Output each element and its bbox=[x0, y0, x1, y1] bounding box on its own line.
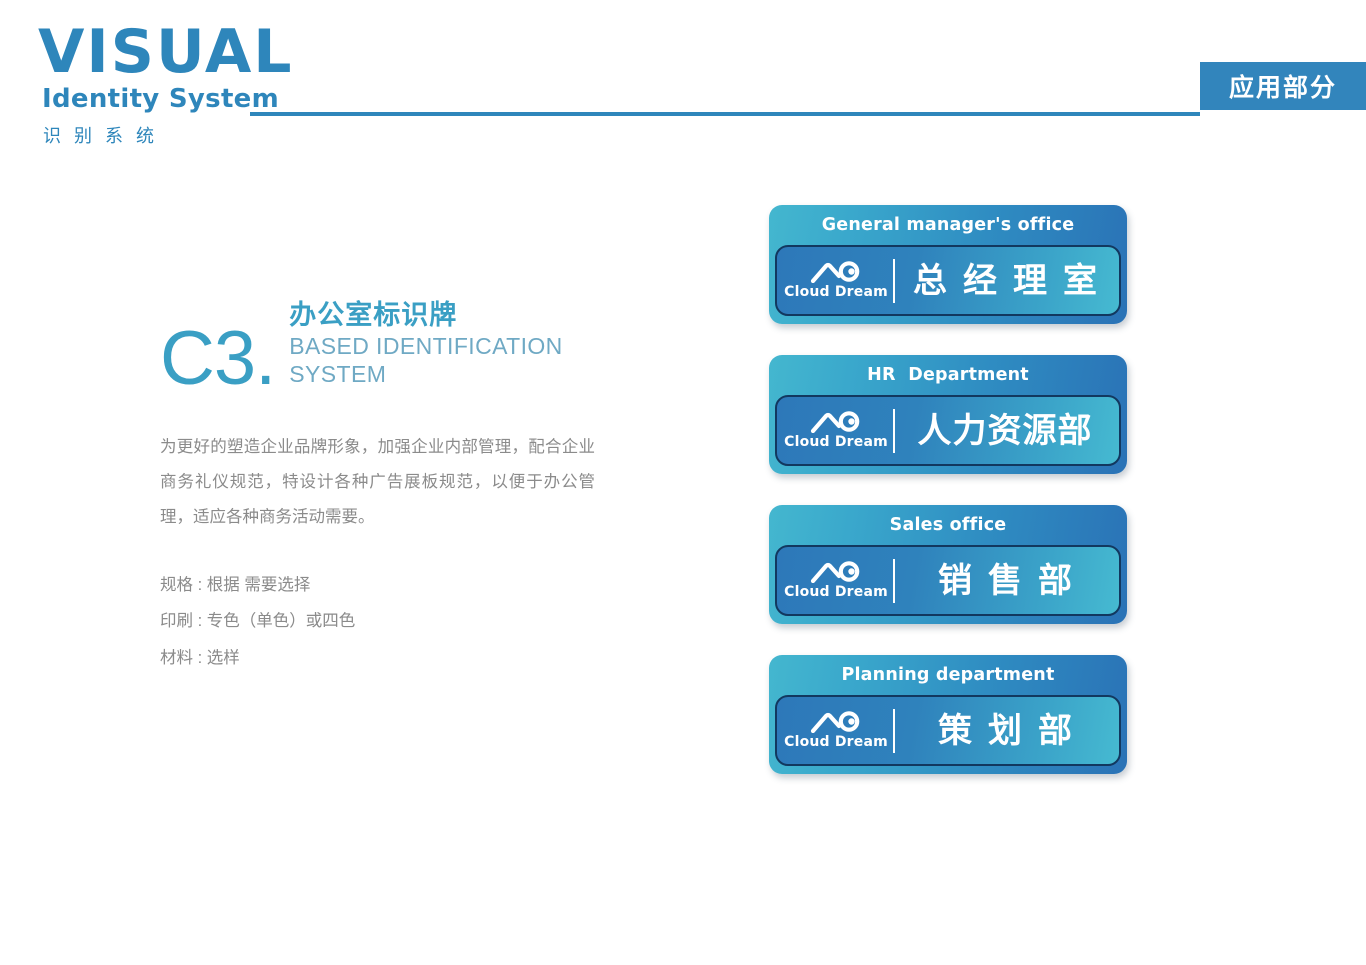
section-code: C3. bbox=[160, 315, 276, 401]
header-divider-rule bbox=[250, 112, 1200, 116]
section-badge: 应用部分 bbox=[1200, 62, 1366, 110]
section-title-chinese: 办公室标识牌 bbox=[289, 300, 458, 330]
sign-plate-english-label: Sales office bbox=[889, 515, 1007, 535]
sign-plate-panel: Cloud Dream 销售部 bbox=[775, 545, 1121, 616]
sign-plate-english-label: General manager's office bbox=[821, 215, 1075, 235]
brand-chinese-subtitle: 识别系统 bbox=[43, 126, 167, 146]
brand-title-visual: VISUAL bbox=[38, 17, 294, 87]
cloud-dream-logo-icon bbox=[810, 711, 860, 733]
page-header: VISUAL Identity System 识别系统 应用部分 bbox=[0, 0, 1366, 165]
sign-plate-panel: Cloud Dream 总经理室 bbox=[775, 245, 1121, 316]
brand-wordmark: Cloud Dream bbox=[784, 284, 888, 300]
description-column: C3. 办公室标识牌 BASED IDENTIFICATION SYSTEM 为… bbox=[160, 300, 630, 676]
spec-list: 规格 : 根据 需要选择 印刷 : 专色（单色）或四色 材料 : 选样 bbox=[160, 567, 630, 676]
brand-wordmark: Cloud Dream bbox=[784, 584, 888, 600]
cloud-dream-logo-icon bbox=[810, 411, 860, 433]
brand-logo-block: Cloud Dream bbox=[777, 561, 891, 600]
sign-plate: Planning department Cloud Dream 策划部 bbox=[769, 655, 1127, 774]
spec-item-material: 材料 : 选样 bbox=[160, 648, 240, 667]
brand-wordmark: Cloud Dream bbox=[784, 734, 888, 750]
cloud-dream-logo-icon bbox=[810, 261, 860, 283]
brand-logotype: VISUAL Identity System 识别系统 bbox=[38, 17, 294, 148]
sign-plate-panel: Cloud Dream 策划部 bbox=[775, 695, 1121, 766]
cloud-dream-logo-icon bbox=[810, 561, 860, 583]
spec-item-printing: 印刷 : 专色（单色）或四色 bbox=[160, 612, 356, 631]
section-title-english: BASED IDENTIFICATION SYSTEM bbox=[289, 333, 563, 387]
brand-logo-block: Cloud Dream bbox=[777, 711, 891, 750]
section-paragraph: 为更好的塑造企业品牌形象，加强企业内部管理，配合企业商务礼仪规范，特设计各种广告… bbox=[160, 438, 595, 527]
sign-plate-chinese-label: 总经理室 bbox=[913, 261, 1113, 300]
brand-logo-block: Cloud Dream bbox=[777, 411, 891, 450]
brand-wordmark: Cloud Dream bbox=[784, 434, 888, 450]
sign-plate-chinese-label: 策划部 bbox=[938, 711, 1088, 750]
sign-plate: Sales office Cloud Dream 销售部 bbox=[769, 505, 1127, 624]
section-heading: C3. 办公室标识牌 BASED IDENTIFICATION SYSTEM bbox=[160, 300, 630, 401]
brand-logo-block: Cloud Dream bbox=[777, 261, 891, 300]
sign-plate-english-label: HR Department bbox=[867, 365, 1029, 385]
sign-plate: General manager's office Cloud Dream 总经理… bbox=[769, 205, 1127, 324]
brand-subtitle-identity-system: Identity System bbox=[42, 84, 280, 114]
sign-plate-panel: Cloud Dream 人力资源部 bbox=[775, 395, 1121, 466]
section-title-group: 办公室标识牌 BASED IDENTIFICATION SYSTEM bbox=[289, 300, 630, 390]
sign-plate-chinese-label: 销售部 bbox=[938, 561, 1088, 600]
sign-plate-chinese-label: 人力资源部 bbox=[917, 411, 1093, 450]
sign-plate-english-label: Planning department bbox=[841, 665, 1055, 685]
sign-plate: HR Department Cloud Dream 人力资源部 bbox=[769, 355, 1127, 474]
spec-item-size: 规格 : 根据 需要选择 bbox=[160, 576, 311, 595]
sign-plate-gallery: General manager's office Cloud Dream 总经理… bbox=[769, 205, 1131, 805]
